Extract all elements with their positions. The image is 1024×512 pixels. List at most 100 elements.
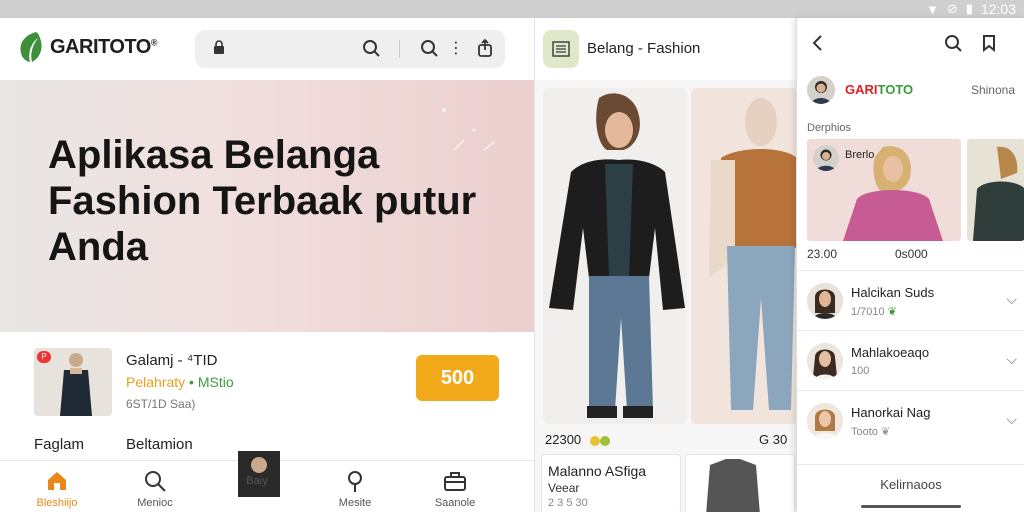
leaf-icon: ❦ [880, 426, 891, 438]
card-price: 2 3 5 30 [548, 497, 588, 509]
address-bar[interactable]: ⋮ [195, 30, 505, 68]
product-card[interactable]: Malanno ASfiga Veear 2 3 5 30 [541, 454, 681, 512]
menu-button[interactable] [543, 30, 579, 68]
mid-title: Belang - Fashion [587, 40, 701, 57]
list-item-title: Hanorkai Nag [851, 405, 931, 420]
bottom-navigation: Bleshiijo Menioc Baiy Mesite Saanole [0, 451, 534, 512]
list-item-label: Faglam [34, 436, 85, 453]
mid-content: 22300 G 30 Malanno ASfiga Veear 2 3 5 30 [535, 80, 797, 512]
home-indicator [861, 505, 961, 508]
top-bar: GARITOTO® ⋮ [0, 18, 534, 78]
avatar [807, 283, 843, 319]
nav-label: Mesite [338, 497, 372, 509]
search-icon[interactable] [943, 34, 963, 54]
chevron-down-icon[interactable]: ⌵ [1006, 411, 1017, 428]
wifi-icon: ▼ [926, 1, 939, 17]
avatar [813, 145, 839, 171]
avatar [807, 76, 835, 104]
mute-icon: ⊘ [946, 1, 958, 16]
card-title: Malanno ASfiga [548, 463, 647, 479]
footer-label: Kelirnaoos [880, 477, 942, 492]
sweater-image [706, 459, 760, 512]
nav-label: Menioc [137, 497, 173, 509]
product-card[interactable] [967, 139, 1024, 241]
status-time: 12:03 [980, 1, 1016, 17]
price-label: G 30 [759, 432, 788, 447]
price-label: 22300 [545, 432, 615, 447]
hero-banner: Aplikasa Belanga Fashion Terbaak putur A… [0, 80, 534, 332]
price-label: 0s000 [895, 247, 928, 261]
chevron-down-icon[interactable]: ⌵ [1006, 351, 1017, 368]
brand-name: GARITOTO® [50, 35, 157, 58]
nav-item-home[interactable]: Bleshiijo [22, 469, 92, 509]
list-item-subtitle: Tooto ❦ [851, 426, 891, 438]
screen: ♥ ▼ ▦ ▼ ⊘ ▮ 12:03 GARITOTO® [0, 0, 1024, 512]
coins-icon [589, 435, 610, 446]
brand-logo[interactable]: GARITOTO® [16, 30, 157, 64]
right-app-window: GARITOTO Shinona Derphios Brerlo 23.00 0… [796, 18, 1024, 512]
chevron-down-icon[interactable]: ⌵ [1006, 291, 1017, 308]
leaf-logo-icon [20, 32, 42, 62]
leaf-icon: ❦ [887, 306, 897, 318]
menu-icon [552, 41, 570, 57]
list-item-title: Mahlakoeaqo [851, 345, 930, 360]
hero-title: Aplikasa Belanga Fashion Terbaak putur A… [48, 133, 477, 269]
list-item[interactable]: Hanorkai Nag Tooto ❦ ⌵ [797, 390, 1024, 450]
search-icon [145, 471, 166, 492]
avatar [807, 403, 843, 439]
price-label: 23.00 [807, 247, 838, 261]
list-item[interactable]: Mahlakoeaqo 100 ⌵ [797, 330, 1024, 390]
back-arrow-icon[interactable] [807, 34, 827, 54]
battery-icon: ▮ [965, 1, 973, 16]
product-card[interactable]: Brerlo [807, 139, 961, 241]
share-icon[interactable] [475, 38, 495, 59]
nav-item-bag[interactable]: Saanole [420, 469, 490, 509]
bookmark-icon[interactable] [979, 34, 999, 54]
middle-app-window: Belang - Fashion 22300 G 30 Malanno ASfi… [534, 18, 797, 512]
product-list-item[interactable]: P Galamj - ⁴TID Pelahraty • MStio 6ST/1D… [0, 348, 534, 438]
bag-icon [444, 472, 466, 491]
left-app-window: GARITOTO® ⋮ Aplikasa Belanga Fashion Ter… [0, 18, 534, 512]
list-item-subtitle: 100 [851, 365, 870, 377]
mannequin-image [691, 88, 797, 424]
divider [399, 40, 400, 58]
card-subtitle: Veear [548, 481, 580, 495]
search-icon[interactable] [361, 39, 381, 59]
model-image [543, 88, 687, 424]
price-row: 23.00 0s000 [807, 247, 1017, 261]
product-title: Galamj - ⁴TID [126, 352, 218, 369]
list-item-label: Beltamion [126, 436, 193, 453]
product-meta: 6ST/1D Saa) [126, 397, 196, 411]
lock-icon [209, 39, 229, 59]
home-icon [48, 472, 66, 490]
list-item[interactable]: Halcikan Suds 1/7010 ❦ ⌵ [797, 270, 1024, 330]
mid-header: Belang - Fashion [535, 18, 797, 80]
brand-name: GARITOTO [845, 82, 914, 97]
card-name: Brerlo [845, 149, 875, 161]
search-icon[interactable] [419, 39, 439, 59]
product-photo[interactable] [691, 88, 797, 424]
avatar [807, 343, 843, 379]
price-button[interactable]: 500 [416, 355, 499, 401]
right-header [797, 18, 1024, 70]
nav-item-search[interactable]: Menioc [120, 469, 190, 509]
product-card[interactable] [685, 454, 795, 512]
brand-row[interactable]: GARITOTO Shinona [807, 74, 1024, 108]
status-bar: ♥ ▼ ▦ ▼ ⊘ ▮ 12:03 [0, 0, 1024, 512]
product-subtitle: Pelahraty • MStio [126, 374, 234, 390]
product-photo[interactable] [543, 88, 687, 424]
model-image [967, 139, 1024, 241]
nav-label: Bleshiijo [36, 497, 78, 509]
more-vert-icon[interactable]: ⋮ [446, 39, 466, 59]
footer-button[interactable]: Kelirnaoos [797, 464, 1024, 512]
cart-icon [238, 451, 280, 497]
list-item-subtitle: 1/7010 ❦ [851, 306, 897, 318]
product-badge: P [37, 351, 51, 363]
brand-action[interactable]: Shinona [971, 83, 1015, 97]
list-item-title: Halcikan Suds [851, 285, 935, 300]
nav-item-cart[interactable]: Baiy [222, 451, 292, 497]
location-icon [348, 471, 362, 492]
product-thumbnail: P [34, 348, 112, 416]
nav-label: Saanole [434, 497, 476, 509]
nav-item-location[interactable]: Mesite [320, 469, 390, 509]
